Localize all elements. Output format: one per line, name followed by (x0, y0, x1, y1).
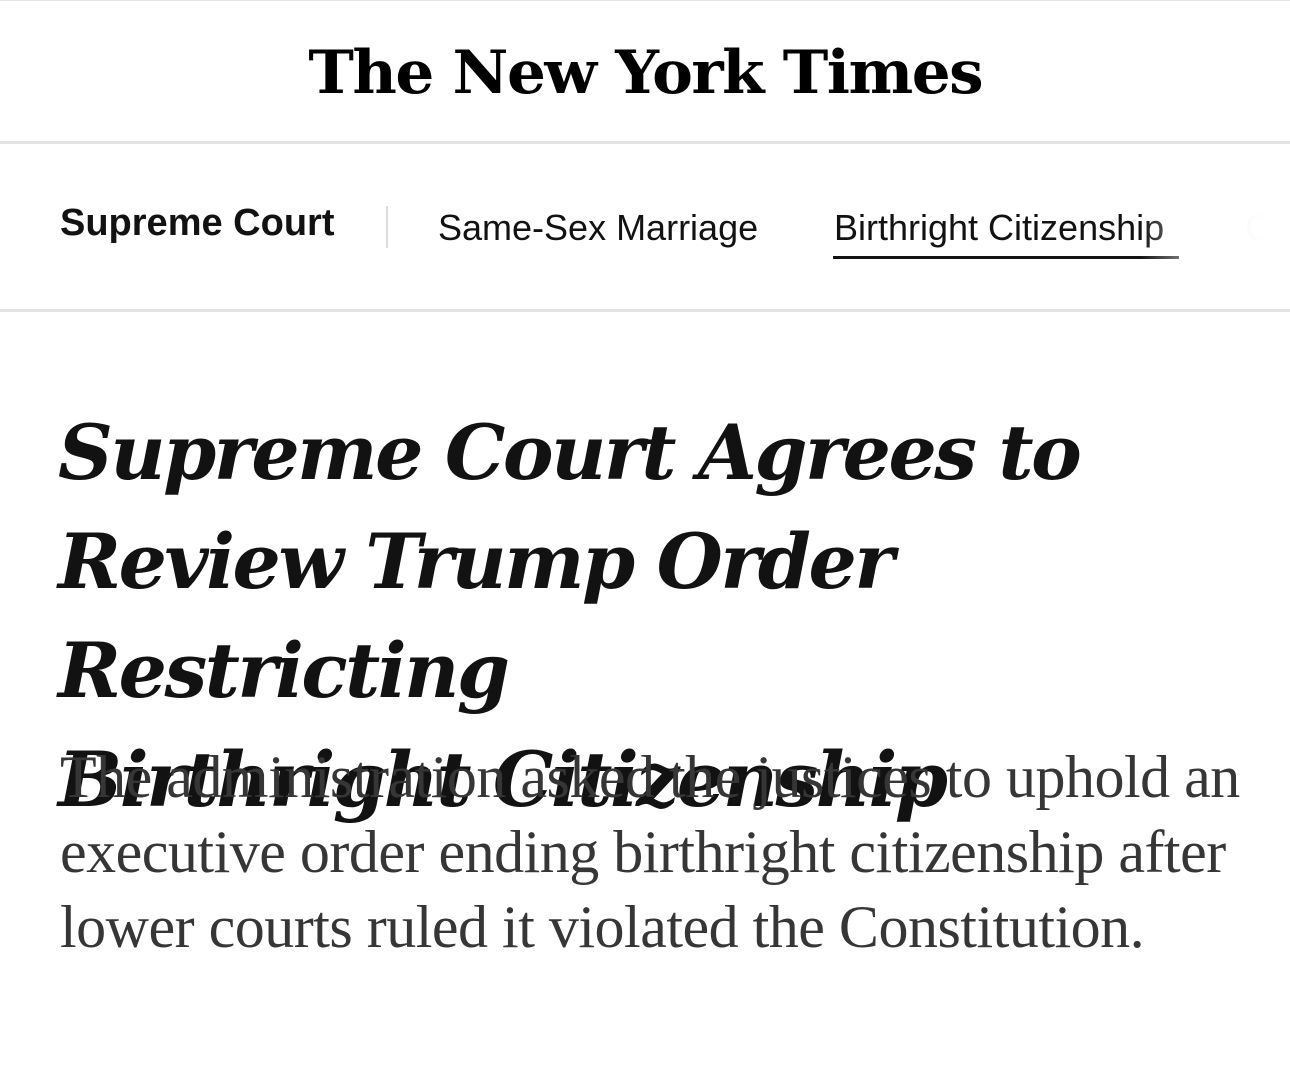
nyt-logo[interactable]: The New York Times (308, 43, 983, 103)
active-nav-underline (833, 256, 1179, 259)
nav-item-birthright-citizenship[interactable]: Birthright Citizenship (834, 207, 1164, 249)
nav-divider (386, 206, 388, 248)
nav-divider-bottom (0, 309, 1290, 312)
headline-line: Review Trump Order Restricting (58, 517, 894, 715)
masthead: The New York Times (0, 0, 1290, 142)
section-nav: Supreme Court Same-Sex Marriage Birthrig… (0, 144, 1290, 309)
headline-line: Supreme Court Agrees to (58, 408, 1082, 497)
nav-item-truncated[interactable]: Ch (1245, 207, 1290, 249)
article-summary: The administration asked the justices to… (60, 744, 1240, 960)
nav-item-same-sex-marriage[interactable]: Same-Sex Marriage (438, 207, 758, 249)
section-title-link[interactable]: Supreme Court (60, 202, 334, 245)
